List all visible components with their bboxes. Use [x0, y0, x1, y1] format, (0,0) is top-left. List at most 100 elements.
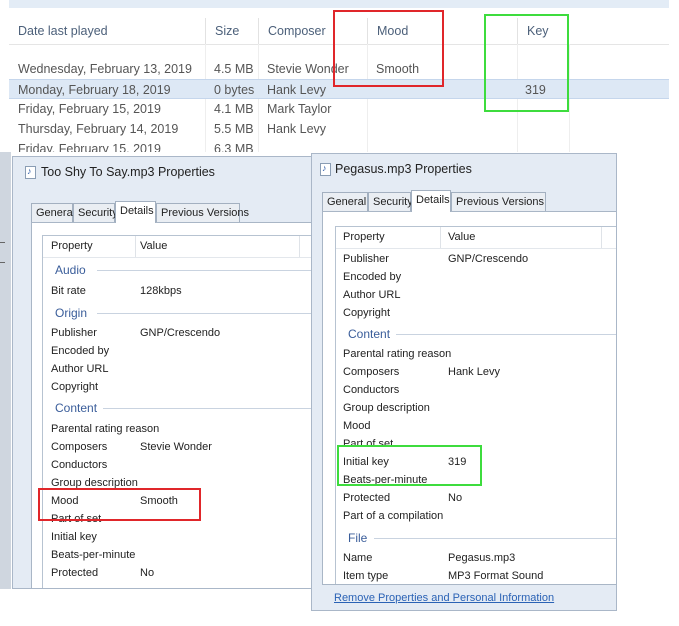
- file-list-row[interactable]: Friday, February 15, 2019 6.3 MB: [9, 139, 669, 152]
- column-header-value[interactable]: Value: [140, 236, 167, 257]
- cell-date: Monday, February 18, 2019: [18, 83, 171, 97]
- property-row[interactable]: Copyright: [336, 304, 616, 322]
- property-row[interactable]: Group description: [336, 399, 616, 417]
- group-divider-line: [374, 538, 616, 539]
- group-divider-line: [396, 334, 616, 335]
- property-row[interactable]: Part of a compilation: [336, 507, 616, 525]
- properties-dialog-too-shy-to-say: Too Shy To Say.mp3 Properties General Se…: [12, 156, 313, 589]
- property-row[interactable]: Encoded by: [43, 342, 312, 360]
- tab-strip: General Security Details Previous Versio…: [322, 190, 612, 212]
- property-row[interactable]: Parental rating reason: [336, 345, 616, 363]
- cell-size: 0 bytes: [214, 83, 255, 97]
- property-label: Item type: [343, 570, 389, 582]
- column-header-property[interactable]: Property: [343, 227, 385, 248]
- cell-date: Friday, February 15, 2019: [18, 142, 161, 152]
- property-list-header: Property Value: [336, 227, 616, 249]
- group-header-origin: Origin: [43, 304, 312, 322]
- group-label: Content: [348, 327, 391, 341]
- column-header-value[interactable]: Value: [448, 227, 475, 248]
- cell-size: 6.3 MB: [214, 142, 254, 152]
- group-header-content: Content: [43, 399, 312, 417]
- cell-date: Thursday, February 14, 2019: [18, 122, 179, 136]
- property-row[interactable]: Publisher GNP/Crescendo: [43, 324, 312, 342]
- property-row[interactable]: Protected No: [43, 564, 312, 582]
- property-label: Author URL: [343, 289, 401, 301]
- tab-previous-versions[interactable]: Previous Versions: [156, 203, 249, 222]
- details-tab-panel: Property Value Publisher GNP/Crescendo Enc…: [322, 211, 616, 585]
- property-list[interactable]: Property Value Audio Bit rate 128kbps Or…: [42, 235, 312, 588]
- property-row[interactable]: Name Pegasus.mp3: [336, 549, 616, 567]
- column-header-date-last-played[interactable]: Date last played: [9, 18, 205, 44]
- property-row[interactable]: Parental rating reason: [43, 420, 312, 438]
- property-row[interactable]: Encoded by: [336, 268, 616, 286]
- file-list-row[interactable]: Thursday, February 14, 2019 5.5 MB Hank Le…: [9, 119, 669, 139]
- property-label: Beats-per-minute: [51, 549, 136, 561]
- tab-previous-versions[interactable]: Previous Versions: [451, 192, 546, 211]
- property-label: Composers: [343, 366, 400, 378]
- property-list[interactable]: Property Value Publisher GNP/Crescendo Enc…: [335, 226, 616, 584]
- strip-tick: [0, 262, 5, 263]
- header-divider: [601, 227, 602, 248]
- property-value: GNP/Crescendo: [448, 253, 529, 265]
- property-value: Hank Levy: [448, 366, 500, 378]
- property-label: Encoded by: [343, 271, 402, 283]
- property-list-header: Property Value: [43, 236, 312, 258]
- property-label: Mood: [343, 420, 371, 432]
- property-label: Encoded by: [51, 345, 110, 357]
- property-value: No: [140, 567, 155, 579]
- background-window-strip: [0, 152, 11, 589]
- group-header-content: Content: [336, 325, 616, 343]
- tab-details[interactable]: Details: [115, 201, 156, 223]
- property-row[interactable]: Copyright: [43, 378, 312, 396]
- property-value: Pegasus.mp3: [448, 552, 516, 564]
- property-label: Protected: [343, 492, 391, 504]
- tab-security[interactable]: Security: [368, 192, 413, 211]
- property-row[interactable]: Item type MP3 Format Sound: [336, 567, 616, 584]
- cell-composer: Hank Levy: [267, 122, 327, 136]
- group-divider-line: [97, 313, 312, 314]
- property-label: Copyright: [51, 381, 99, 393]
- property-value: No: [448, 492, 463, 504]
- property-label: Conductors: [343, 384, 400, 396]
- dialog-titlebar: Too Shy To Say.mp3 Properties: [13, 157, 312, 187]
- property-label: Conductors: [51, 459, 108, 471]
- strip-tick: [0, 242, 5, 243]
- properties-dialog-pegasus: Pegasus.mp3 Properties General Security …: [311, 153, 617, 611]
- property-row-bit-rate[interactable]: Bit rate 128kbps: [43, 282, 312, 300]
- property-row[interactable]: Initial key: [43, 528, 312, 546]
- header-divider: [299, 236, 300, 257]
- annotation-green-box-initial-key-property: [337, 445, 482, 486]
- property-row[interactable]: Mood: [336, 417, 616, 435]
- property-value: Stevie Wonder: [140, 441, 212, 453]
- property-row[interactable]: Protected No: [336, 489, 616, 507]
- property-label: Copyright: [343, 307, 391, 319]
- property-row[interactable]: Composers Hank Levy: [336, 363, 616, 381]
- header-divider: [440, 227, 441, 248]
- property-value: GNP/Crescendo: [140, 327, 221, 339]
- property-row[interactable]: Author URL: [336, 286, 616, 304]
- property-row[interactable]: Composers Stevie Wonder: [43, 438, 312, 456]
- group-divider-line: [97, 270, 312, 271]
- annotation-red-box-mood-property: [38, 488, 201, 521]
- tab-general[interactable]: General: [322, 192, 368, 211]
- property-label: Protected: [51, 567, 99, 579]
- property-value: 128kbps: [140, 285, 182, 297]
- group-label: Content: [55, 401, 98, 415]
- annotation-green-box-key-column: [484, 14, 569, 112]
- tab-details[interactable]: Details: [411, 190, 451, 212]
- column-header-size[interactable]: Size: [205, 18, 258, 44]
- tab-security[interactable]: Security: [73, 203, 118, 222]
- property-row[interactable]: Conductors: [43, 456, 312, 474]
- property-row[interactable]: Publisher GNP/Crescendo: [336, 250, 616, 268]
- cell-size: 5.5 MB: [214, 122, 254, 136]
- list-top-band: [9, 0, 669, 8]
- property-label: Author URL: [51, 363, 109, 375]
- property-label: Publisher: [51, 327, 97, 339]
- file-list-row[interactable]: Friday, February 15, 2019 4.1 MB Mark Tayl…: [9, 99, 669, 119]
- remove-properties-link[interactable]: Remove Properties and Personal Informati…: [334, 592, 554, 604]
- tab-general[interactable]: General: [31, 203, 75, 222]
- column-header-property[interactable]: Property: [51, 236, 93, 257]
- property-row[interactable]: Conductors: [336, 381, 616, 399]
- property-row[interactable]: Author URL: [43, 360, 312, 378]
- property-row[interactable]: Beats-per-minute: [43, 546, 312, 564]
